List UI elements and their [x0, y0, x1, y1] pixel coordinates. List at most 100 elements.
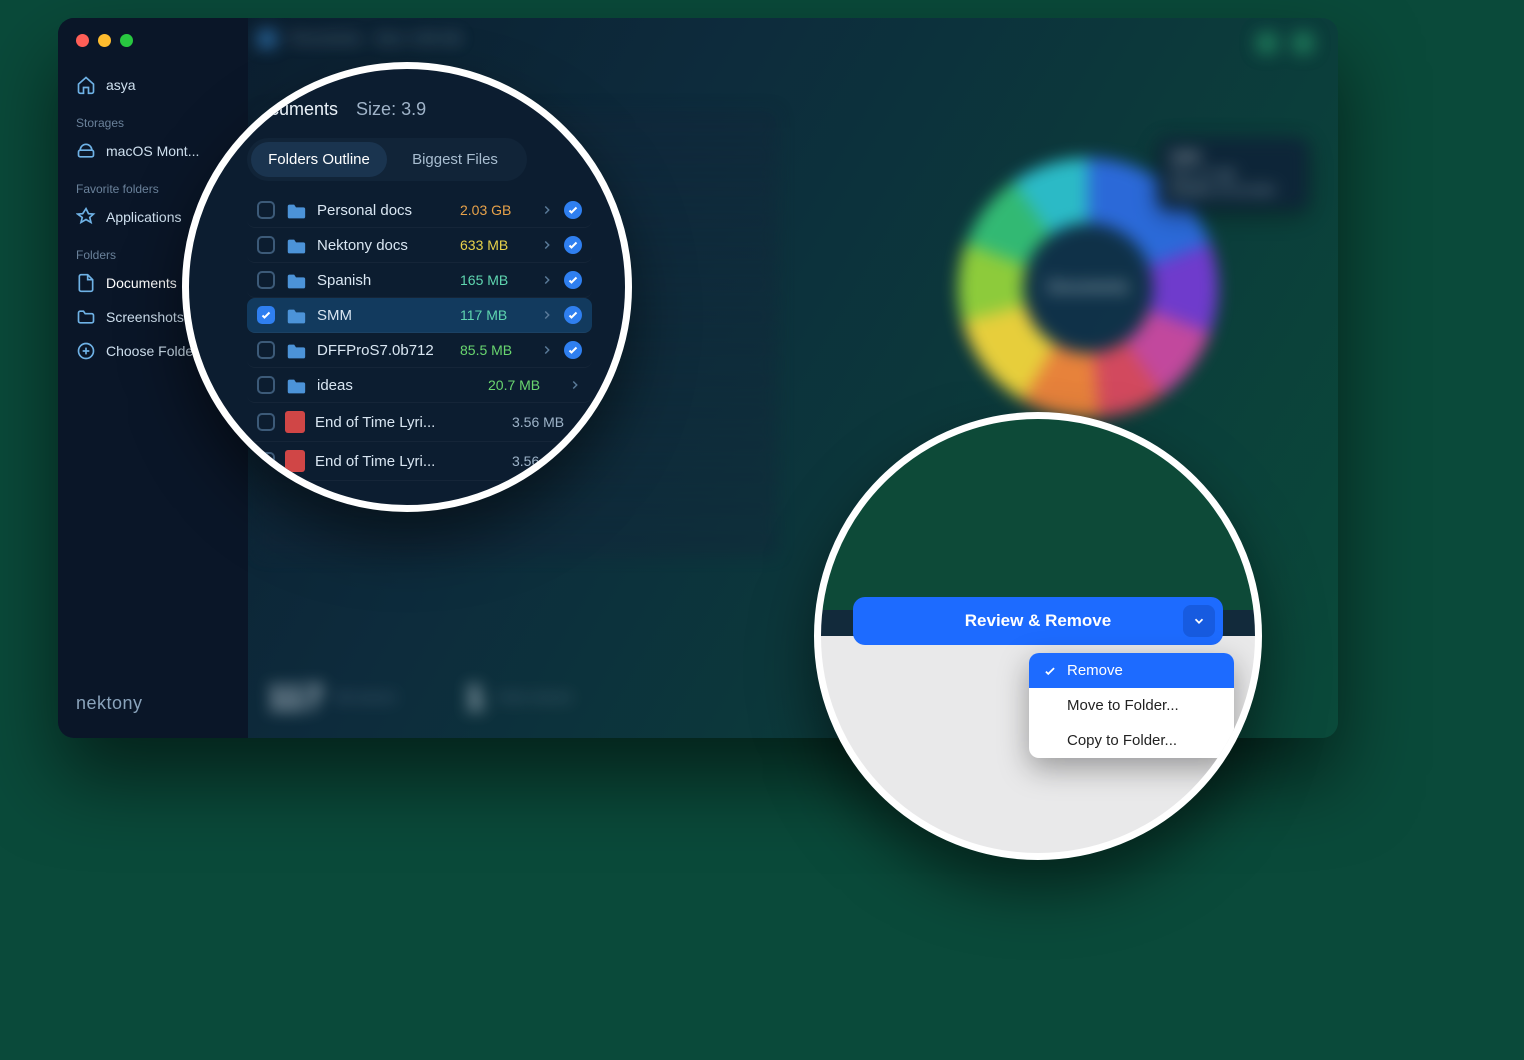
folder-row[interactable]: SMM 117 MB: [247, 298, 592, 333]
menu-item[interactable]: Move to Folder...: [1029, 688, 1234, 723]
sidebar-item-home[interactable]: asya: [58, 68, 248, 102]
checkbox[interactable]: [257, 271, 275, 289]
sidebar-storage-label: macOS Mont...: [106, 143, 199, 159]
row-size: 3.56 MB: [512, 414, 582, 430]
folder-icon: [258, 30, 276, 48]
checkbox[interactable]: [257, 376, 275, 394]
checkbox[interactable]: [257, 452, 275, 470]
row-name: Personal docs: [317, 202, 450, 219]
callout-review-remove: Review & Remove Remove Move to Folder... C…: [814, 412, 1262, 860]
disk-icon: [76, 141, 96, 161]
checkbox[interactable]: [257, 413, 275, 431]
row-size: 117 MB: [460, 307, 530, 323]
row-name: End of Time Lyri...: [315, 453, 502, 470]
menu-item[interactable]: Remove: [1029, 653, 1234, 688]
sidebar-documents-label: Documents: [106, 275, 177, 291]
sidebar-choose-label: Choose Folder: [106, 343, 198, 359]
tooltip-size: Size: 117 MB: [1170, 168, 1296, 183]
folder-icon: [76, 307, 96, 327]
row-size: 20.7 MB: [488, 377, 558, 393]
header-blurred: Documents Size: 3.99 GB: [258, 30, 461, 48]
row-name: Spanish: [317, 272, 450, 289]
row-toggle[interactable]: [564, 271, 582, 289]
folder-icon: [285, 271, 307, 289]
folder-icon: [285, 201, 307, 219]
folder-row[interactable]: End of Time Lyri... 3.56 MB: [247, 403, 592, 442]
footer-selected-count: 1: [465, 679, 484, 718]
folder-row[interactable]: End of Time Lyri... 3.56: [247, 442, 592, 481]
row-name: SMM: [317, 307, 450, 324]
sidebar-home-label: asya: [106, 77, 136, 93]
menu-item-label: Move to Folder...: [1067, 697, 1179, 714]
row-toggle[interactable]: [564, 236, 582, 254]
view-tabs: Folders Outline Biggest Files: [247, 138, 527, 181]
chevron-right-icon[interactable]: [540, 238, 554, 252]
row-name: End of Time Lyri...: [315, 414, 502, 431]
check-icon: [1043, 664, 1059, 678]
donut-center-label: Documents: [1048, 279, 1129, 297]
footer-selected-size: 117: [268, 679, 323, 718]
fullscreen-icon[interactable]: [120, 34, 133, 47]
folder-row[interactable]: DFFProS7.0b71285.5 MB: [247, 333, 592, 368]
minimize-icon[interactable]: [98, 34, 111, 47]
tooltip-modified: Modified: 30 Jul 2023: [1170, 184, 1296, 199]
menu-item-label: Remove: [1067, 662, 1123, 679]
tab-folders-outline[interactable]: Folders Outline: [251, 142, 387, 177]
tab-biggest-files[interactable]: Biggest Files: [387, 142, 523, 177]
row-toggle[interactable]: [564, 306, 582, 324]
checkbox[interactable]: [257, 341, 275, 359]
folder-icon: [285, 306, 307, 324]
menu-item-label: Copy to Folder...: [1067, 732, 1177, 749]
sidebar-applications-label: Applications: [106, 209, 182, 225]
callout-header-size: Size: 3.9: [356, 99, 426, 120]
checkbox[interactable]: [257, 201, 275, 219]
menu-item[interactable]: Copy to Folder...: [1029, 723, 1234, 758]
chevron-right-icon[interactable]: [568, 378, 582, 392]
folder-row[interactable]: Nektony docs 633 MB: [247, 228, 592, 263]
folder-row[interactable]: Spanish 165 MB: [247, 263, 592, 298]
close-icon[interactable]: [76, 34, 89, 47]
sidebar-screenshots-label: Screenshots: [106, 309, 184, 325]
checkbox[interactable]: [257, 306, 275, 324]
chevron-right-icon[interactable]: [540, 203, 554, 217]
footer-selected-size-label: MB selected: [335, 692, 396, 705]
footer-bar: 117 MB selected 1 Folder selected: [268, 679, 572, 718]
plus-circle-icon: [76, 341, 96, 361]
header-title: Documents: [290, 30, 361, 48]
dropdown-toggle[interactable]: [1183, 605, 1215, 637]
review-remove-button[interactable]: Review & Remove: [853, 597, 1223, 645]
folder-icon: [285, 236, 307, 254]
row-toggle[interactable]: [564, 341, 582, 359]
callout-folder-list: Documents Size: 3.9 Folders Outline Bigg…: [182, 62, 632, 512]
pdf-icon: [285, 450, 305, 472]
chevron-right-icon[interactable]: [540, 273, 554, 287]
sidebar-heading-storages: Storages: [58, 102, 248, 134]
settings-icon[interactable]: [1292, 32, 1314, 54]
callout-header-folder: Documents: [247, 99, 338, 120]
row-size: 3.56: [512, 453, 582, 469]
footer-selected-count-label: Folder selected: [496, 692, 571, 705]
app-icon: [76, 207, 96, 227]
row-name: Nektony docs: [317, 237, 450, 254]
row-name: ideas: [317, 377, 478, 394]
header-right-icons: [1256, 32, 1314, 54]
document-icon: [76, 273, 96, 293]
header-size: Size: 3.99 GB: [375, 30, 461, 48]
chevron-right-icon[interactable]: [540, 308, 554, 322]
donut-tooltip: SMM Size: 117 MB Modified: 30 Jul 2023: [1158, 138, 1308, 209]
checkbox[interactable]: [257, 236, 275, 254]
folder-icon: [285, 376, 307, 394]
folder-row[interactable]: Personal docs2.03 GB: [247, 193, 592, 228]
chevron-right-icon[interactable]: [540, 343, 554, 357]
action-menu: Remove Move to Folder... Copy to Folder...: [1029, 653, 1234, 758]
tooltip-title: SMM: [1170, 148, 1296, 166]
pdf-icon: [285, 411, 305, 433]
chat-icon[interactable]: [1256, 32, 1278, 54]
folder-row[interactable]: ideas 20.7 MB: [247, 368, 592, 403]
review-remove-label: Review & Remove: [965, 611, 1111, 631]
row-size: 165 MB: [460, 272, 530, 288]
row-toggle[interactable]: [564, 201, 582, 219]
row-size: 633 MB: [460, 237, 530, 253]
window-controls: [76, 34, 133, 47]
home-icon: [76, 75, 96, 95]
